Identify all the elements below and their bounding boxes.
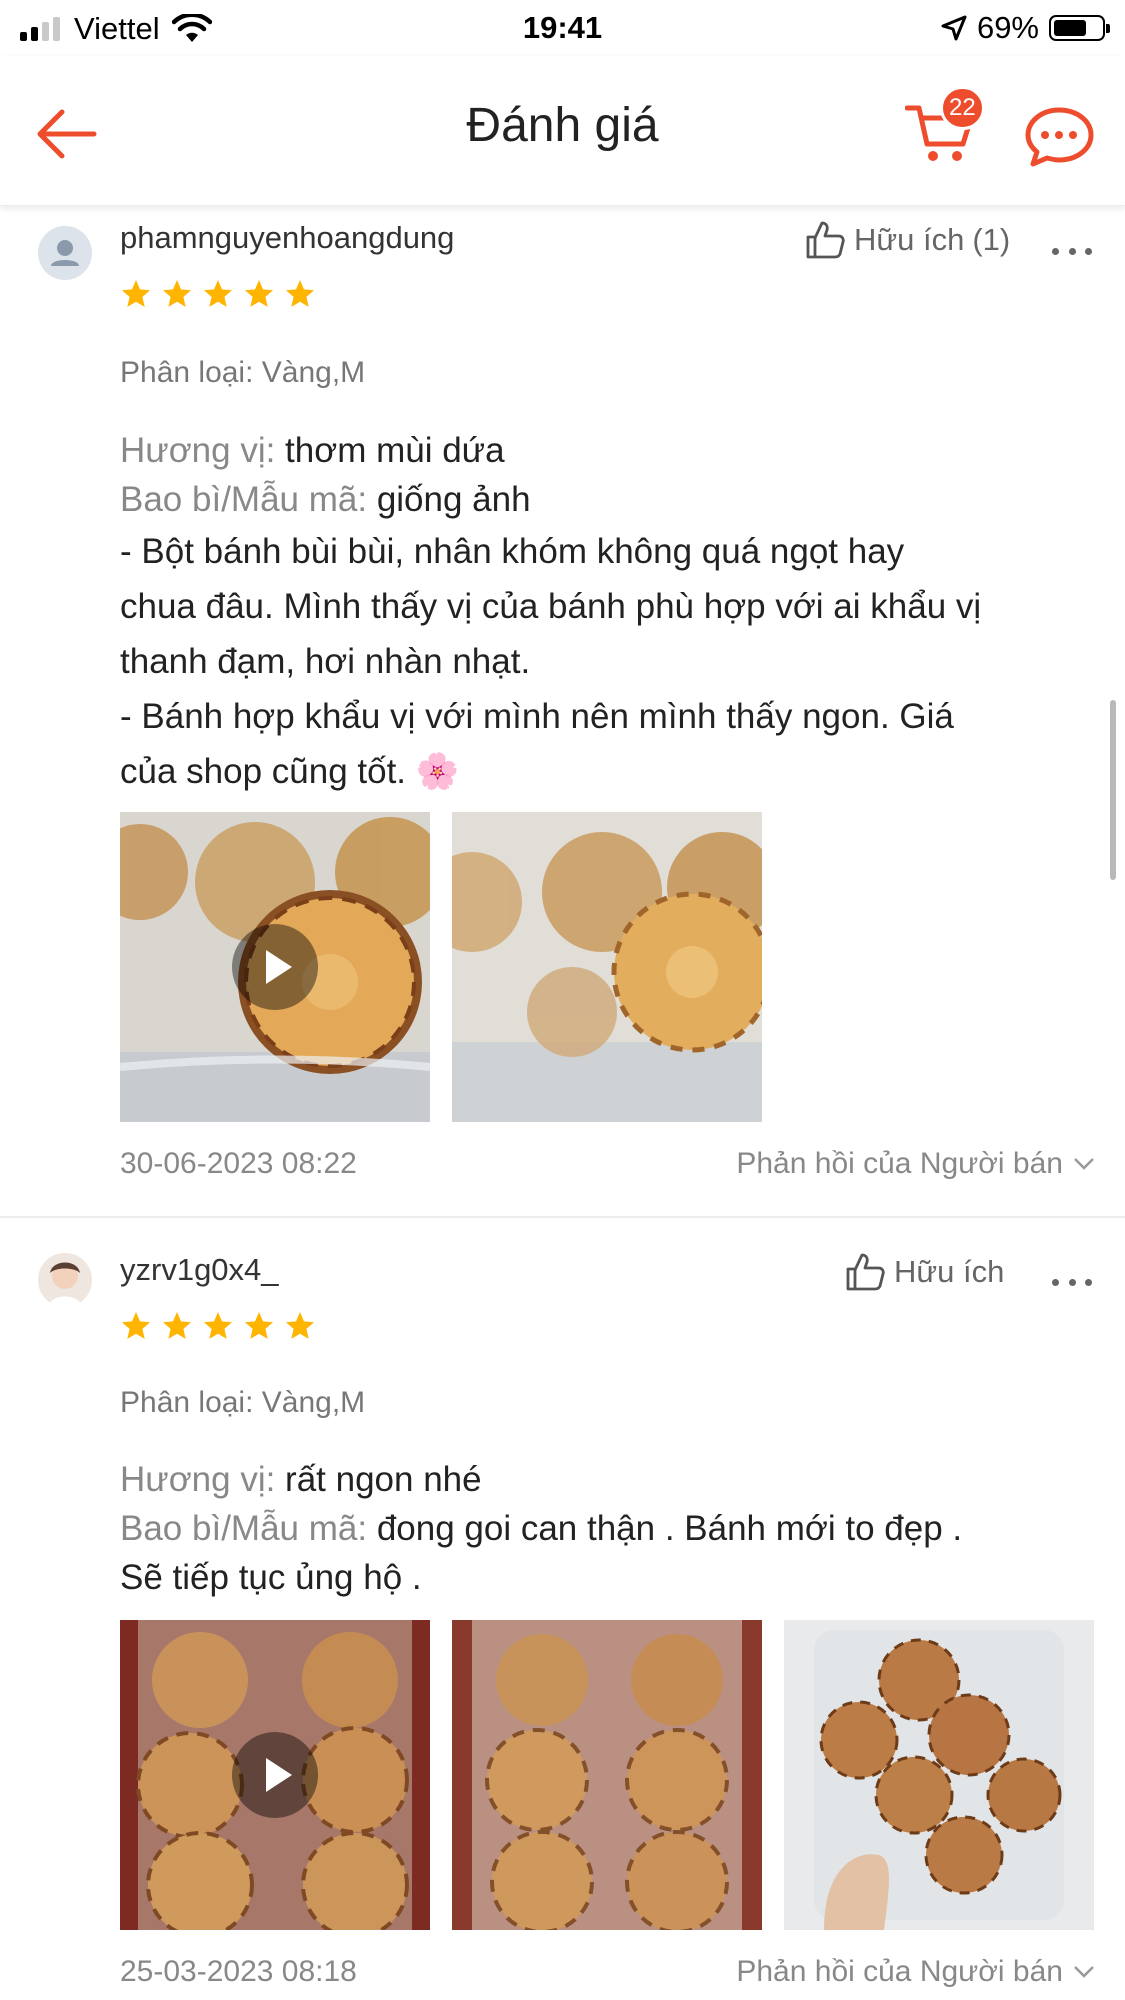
- app-header: Đánh giá 22: [0, 56, 1125, 206]
- taste-value: rất ngon nhé: [285, 1460, 482, 1499]
- battery-icon: [1049, 15, 1110, 41]
- seller-reply-label: Phản hồi của Người bán: [736, 1955, 1063, 1988]
- chat-bubble-icon: [1025, 107, 1094, 167]
- review-video-thumbnail[interactable]: [120, 1620, 430, 1930]
- pastry-photo: [452, 1620, 762, 1930]
- avatar[interactable]: [38, 226, 92, 280]
- body-line: thanh đạm, hơi nhàn nhạt.: [120, 642, 531, 681]
- rating-stars: [120, 1310, 316, 1342]
- star-icon: [245, 280, 273, 307]
- battery-percent: 69%: [976, 10, 1039, 45]
- star-icon: [122, 280, 150, 307]
- taste-line: Hương vị: rất ngon nhé: [120, 1455, 1080, 1504]
- review-photo-thumbnail[interactable]: [452, 812, 762, 1122]
- seller-reply-toggle[interactable]: Phản hồi của Người bán: [736, 1147, 1095, 1181]
- packaging-line: Bao bì/Mẫu mã: giống ảnh: [120, 475, 1080, 524]
- review-photo-thumbnail[interactable]: [784, 1620, 1094, 1930]
- play-button[interactable]: [232, 924, 318, 1010]
- seller-reply-label: Phản hồi của Người bán: [736, 1147, 1063, 1180]
- review-photo-thumbnail[interactable]: [452, 1620, 762, 1930]
- more-options-button[interactable]: [1052, 241, 1092, 261]
- body-line: của shop cũng tốt. 🌸: [120, 752, 460, 791]
- star-icon: [122, 1312, 150, 1339]
- review-card: yzrv1g0x4_ Hữu ích Phân loại: Vàng,M Hươ…: [0, 1218, 1125, 2000]
- taste-value: thơm mùi dứa: [285, 431, 505, 470]
- seller-reply-toggle[interactable]: Phản hồi của Người bán: [736, 1955, 1095, 1989]
- location-arrow-icon: [941, 15, 967, 41]
- taste-label: Hương vị:: [120, 1460, 276, 1499]
- star-icon: [204, 1312, 232, 1339]
- scrollbar[interactable]: [1110, 700, 1116, 880]
- reviewer-username[interactable]: phamnguyenhoangdung: [120, 220, 454, 256]
- default-user-icon: [51, 240, 79, 266]
- review-text: Hương vị: thơm mùi dứa Bao bì/Mẫu mã: gi…: [120, 426, 1080, 799]
- rating-stars: [120, 278, 316, 310]
- reviewer-username[interactable]: yzrv1g0x4_: [120, 1252, 279, 1288]
- review-body: - Bột bánh bùi bùi, nhân khóm không quá …: [120, 524, 1080, 799]
- play-button[interactable]: [232, 1732, 318, 1818]
- helpful-button[interactable]: Hữu ích (1): [804, 219, 1010, 261]
- status-bar: Viettel 19:41 69%: [0, 0, 1125, 56]
- thumbs-up-icon: [846, 1253, 885, 1291]
- helpful-label: Hữu ích: [894, 1254, 1005, 1289]
- helpful-label: Hữu ích: [854, 222, 965, 257]
- star-icon: [245, 1312, 273, 1339]
- review-date: 30-06-2023 08:22: [120, 1147, 357, 1180]
- status-right: 69%: [941, 10, 1110, 46]
- play-icon: [266, 1758, 292, 1792]
- packaging-value: giống ảnh: [376, 480, 531, 519]
- body-line: - Bột bánh bùi bùi, nhân khóm không quá …: [120, 532, 905, 571]
- body-line: chua đâu. Mình thấy vị của bánh phù hợp …: [120, 587, 982, 626]
- review-text: Hương vị: rất ngon nhé Bao bì/Mẫu mã: đo…: [120, 1455, 1080, 1602]
- thumbs-up-icon: [806, 221, 845, 259]
- taste-label: Hương vị:: [120, 431, 276, 470]
- packaging-value: đong goi can thận . Bánh mới to đẹp .: [376, 1509, 963, 1548]
- chevron-down-icon: [1074, 1158, 1094, 1170]
- pastry-photo: [452, 812, 762, 1122]
- helpful-count: (1): [972, 222, 1011, 257]
- review-video-thumbnail[interactable]: [120, 812, 430, 1122]
- star-icon: [163, 1312, 191, 1339]
- review-card: phamnguyenhoangdung Hữu ích (1) Phân loạ…: [0, 206, 1125, 1216]
- review-date: 25-03-2023 08:18: [120, 1955, 357, 1988]
- star-icon: [163, 280, 191, 307]
- packaging-label: Bao bì/Mẫu mã:: [120, 1509, 368, 1548]
- variation-label: Phân loại: Vàng,M: [120, 356, 366, 389]
- helpful-button[interactable]: Hữu ích: [844, 1251, 1012, 1293]
- pastry-photo: [784, 1620, 1094, 1930]
- body-line: - Bánh hợp khẩu vị với mình nên mình thấ…: [120, 697, 954, 736]
- battery-fill: [1054, 20, 1086, 36]
- user-photo-avatar: [38, 1253, 92, 1307]
- star-icon: [204, 280, 232, 307]
- cart-count-badge: 22: [940, 86, 985, 130]
- avatar[interactable]: [38, 1253, 92, 1307]
- star-icon: [286, 280, 314, 307]
- variation-label: Phân loại: Vàng,M: [120, 1386, 366, 1419]
- taste-line: Hương vị: thơm mùi dứa: [120, 426, 1080, 475]
- packaging-line: Bao bì/Mẫu mã: đong goi can thận . Bánh …: [120, 1504, 1080, 1553]
- star-icon: [286, 1312, 314, 1339]
- chat-button[interactable]: [1025, 106, 1095, 168]
- packaging-label: Bao bì/Mẫu mã:: [120, 480, 368, 519]
- chevron-down-icon: [1074, 1966, 1094, 1978]
- body-line: Sẽ tiếp tục ủng hộ .: [120, 1558, 422, 1597]
- play-icon: [266, 950, 292, 984]
- more-options-button[interactable]: [1052, 1272, 1092, 1292]
